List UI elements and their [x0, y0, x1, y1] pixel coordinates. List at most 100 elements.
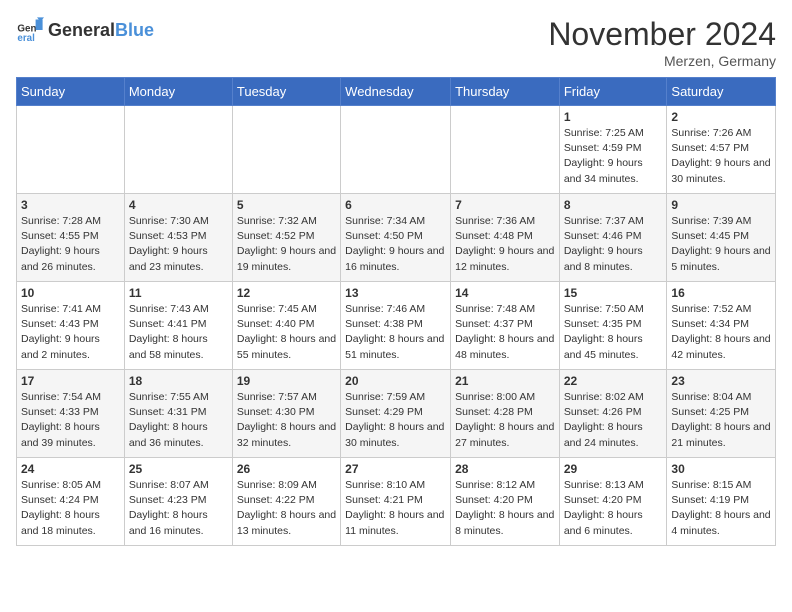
day-info: Sunrise: 7:48 AMSunset: 4:37 PMDaylight:… — [455, 302, 555, 363]
day-cell: 30 Sunrise: 8:15 AMSunset: 4:19 PMDayligh… — [667, 458, 776, 546]
day-info: Sunrise: 7:43 AMSunset: 4:41 PMDaylight:… — [129, 302, 228, 363]
day-info: Sunrise: 7:26 AMSunset: 4:57 PMDaylight:… — [671, 126, 771, 187]
day-number: 10 — [21, 286, 120, 300]
day-info: Sunrise: 7:30 AMSunset: 4:53 PMDaylight:… — [129, 214, 228, 275]
week-row-2: 3Sunrise: 7:28 AMSunset: 4:55 PMDaylight… — [17, 194, 776, 282]
day-number: 18 — [129, 374, 228, 388]
day-info: Sunrise: 8:05 AMSunset: 4:24 PMDaylight:… — [21, 478, 120, 539]
day-cell: 17 Sunrise: 7:54 AMSunset: 4:33 PMDayligh… — [17, 370, 125, 458]
day-info: Sunrise: 7:25 AMSunset: 4:59 PMDaylight:… — [564, 126, 663, 187]
day-info: Sunrise: 7:32 AMSunset: 4:52 PMDaylight:… — [237, 214, 336, 275]
day-cell — [17, 106, 125, 194]
day-cell: 26 Sunrise: 8:09 AMSunset: 4:22 PMDayligh… — [232, 458, 340, 546]
svg-text:eral: eral — [17, 33, 35, 44]
day-number: 27 — [345, 462, 446, 476]
day-number: 13 — [345, 286, 446, 300]
day-number: 15 — [564, 286, 663, 300]
day-cell: 6 Sunrise: 7:34 AMSunset: 4:50 PMDaylight… — [341, 194, 451, 282]
day-cell: 14 Sunrise: 7:48 AMSunset: 4:37 PMDayligh… — [451, 282, 560, 370]
day-info: Sunrise: 7:59 AMSunset: 4:29 PMDaylight:… — [345, 390, 446, 451]
col-monday: Monday — [124, 78, 232, 106]
day-cell: 13 Sunrise: 7:46 AMSunset: 4:38 PMDayligh… — [341, 282, 451, 370]
day-number: 5 — [237, 198, 336, 212]
day-info: Sunrise: 8:00 AMSunset: 4:28 PMDaylight:… — [455, 390, 555, 451]
day-cell: 3Sunrise: 7:28 AMSunset: 4:55 PMDaylight… — [17, 194, 125, 282]
day-info: Sunrise: 7:36 AMSunset: 4:48 PMDaylight:… — [455, 214, 555, 275]
day-number: 17 — [21, 374, 120, 388]
day-info: Sunrise: 8:04 AMSunset: 4:25 PMDaylight:… — [671, 390, 771, 451]
day-number: 23 — [671, 374, 771, 388]
logo: Gen eral GeneralBlue — [16, 16, 154, 44]
day-cell: 28Sunrise: 8:12 AMSunset: 4:20 PMDayligh… — [451, 458, 560, 546]
week-row-1: 1 Sunrise: 7:25 AMSunset: 4:59 PMDaylight… — [17, 106, 776, 194]
day-info: Sunrise: 7:46 AMSunset: 4:38 PMDaylight:… — [345, 302, 446, 363]
day-info: Sunrise: 7:52 AMSunset: 4:34 PMDaylight:… — [671, 302, 771, 363]
location: Merzen, Germany — [548, 53, 776, 69]
title-block: November 2024 Merzen, Germany — [548, 16, 776, 69]
week-row-3: 10 Sunrise: 7:41 AMSunset: 4:43 PMDayligh… — [17, 282, 776, 370]
day-number: 14 — [455, 286, 555, 300]
week-row-5: 24 Sunrise: 8:05 AMSunset: 4:24 PMDayligh… — [17, 458, 776, 546]
day-cell: 15Sunrise: 7:50 AMSunset: 4:35 PMDayligh… — [559, 282, 667, 370]
logo-general: General — [48, 20, 115, 40]
day-info: Sunrise: 7:57 AMSunset: 4:30 PMDaylight:… — [237, 390, 336, 451]
day-cell: 27 Sunrise: 8:10 AMSunset: 4:21 PMDayligh… — [341, 458, 451, 546]
day-cell: 8 Sunrise: 7:37 AMSunset: 4:46 PMDaylight… — [559, 194, 667, 282]
day-info: Sunrise: 8:15 AMSunset: 4:19 PMDaylight:… — [671, 478, 771, 539]
day-cell: 5 Sunrise: 7:32 AMSunset: 4:52 PMDaylight… — [232, 194, 340, 282]
day-cell: 9 Sunrise: 7:39 AMSunset: 4:45 PMDaylight… — [667, 194, 776, 282]
day-info: Sunrise: 8:09 AMSunset: 4:22 PMDaylight:… — [237, 478, 336, 539]
day-info: Sunrise: 7:34 AMSunset: 4:50 PMDaylight:… — [345, 214, 446, 275]
day-number: 16 — [671, 286, 771, 300]
day-number: 9 — [671, 198, 771, 212]
day-cell: 10 Sunrise: 7:41 AMSunset: 4:43 PMDayligh… — [17, 282, 125, 370]
day-cell: 29 Sunrise: 8:13 AMSunset: 4:20 PMDayligh… — [559, 458, 667, 546]
day-info: Sunrise: 7:37 AMSunset: 4:46 PMDaylight:… — [564, 214, 663, 275]
day-cell: 12Sunrise: 7:45 AMSunset: 4:40 PMDayligh… — [232, 282, 340, 370]
day-cell: 20Sunrise: 7:59 AMSunset: 4:29 PMDayligh… — [341, 370, 451, 458]
logo-blue: Blue — [115, 20, 154, 40]
day-cell: 21 Sunrise: 8:00 AMSunset: 4:28 PMDayligh… — [451, 370, 560, 458]
day-cell — [124, 106, 232, 194]
page-header: Gen eral GeneralBlue November 2024 Merze… — [16, 16, 776, 69]
week-row-4: 17 Sunrise: 7:54 AMSunset: 4:33 PMDayligh… — [17, 370, 776, 458]
day-cell — [451, 106, 560, 194]
day-info: Sunrise: 8:12 AMSunset: 4:20 PMDaylight:… — [455, 478, 555, 539]
day-info: Sunrise: 8:10 AMSunset: 4:21 PMDaylight:… — [345, 478, 446, 539]
col-tuesday: Tuesday — [232, 78, 340, 106]
day-number: 6 — [345, 198, 446, 212]
day-cell: 2 Sunrise: 7:26 AMSunset: 4:57 PMDaylight… — [667, 106, 776, 194]
logo-icon: Gen eral — [16, 16, 44, 44]
day-number: 26 — [237, 462, 336, 476]
day-cell: 4Sunrise: 7:30 AMSunset: 4:53 PMDaylight… — [124, 194, 232, 282]
calendar-header-row: Sunday Monday Tuesday Wednesday Thursday… — [17, 78, 776, 106]
day-cell — [232, 106, 340, 194]
day-number: 25 — [129, 462, 228, 476]
day-number: 19 — [237, 374, 336, 388]
day-info: Sunrise: 7:41 AMSunset: 4:43 PMDaylight:… — [21, 302, 120, 363]
day-number: 24 — [21, 462, 120, 476]
day-number: 30 — [671, 462, 771, 476]
day-info: Sunrise: 8:13 AMSunset: 4:20 PMDaylight:… — [564, 478, 663, 539]
col-friday: Friday — [559, 78, 667, 106]
day-cell — [341, 106, 451, 194]
day-cell: 18 Sunrise: 7:55 AMSunset: 4:31 PMDayligh… — [124, 370, 232, 458]
day-info: Sunrise: 7:54 AMSunset: 4:33 PMDaylight:… — [21, 390, 120, 451]
day-info: Sunrise: 8:07 AMSunset: 4:23 PMDaylight:… — [129, 478, 228, 539]
day-cell: 23 Sunrise: 8:04 AMSunset: 4:25 PMDayligh… — [667, 370, 776, 458]
col-sunday: Sunday — [17, 78, 125, 106]
day-number: 3 — [21, 198, 120, 212]
day-info: Sunrise: 7:39 AMSunset: 4:45 PMDaylight:… — [671, 214, 771, 275]
day-number: 21 — [455, 374, 555, 388]
day-number: 8 — [564, 198, 663, 212]
day-number: 2 — [671, 110, 771, 124]
col-wednesday: Wednesday — [341, 78, 451, 106]
day-cell: 24 Sunrise: 8:05 AMSunset: 4:24 PMDayligh… — [17, 458, 125, 546]
day-number: 1 — [564, 110, 663, 124]
day-info: Sunrise: 7:55 AMSunset: 4:31 PMDaylight:… — [129, 390, 228, 451]
day-number: 12 — [237, 286, 336, 300]
col-thursday: Thursday — [451, 78, 560, 106]
day-cell: 11Sunrise: 7:43 AMSunset: 4:41 PMDayligh… — [124, 282, 232, 370]
day-number: 29 — [564, 462, 663, 476]
day-cell: 19 Sunrise: 7:57 AMSunset: 4:30 PMDayligh… — [232, 370, 340, 458]
